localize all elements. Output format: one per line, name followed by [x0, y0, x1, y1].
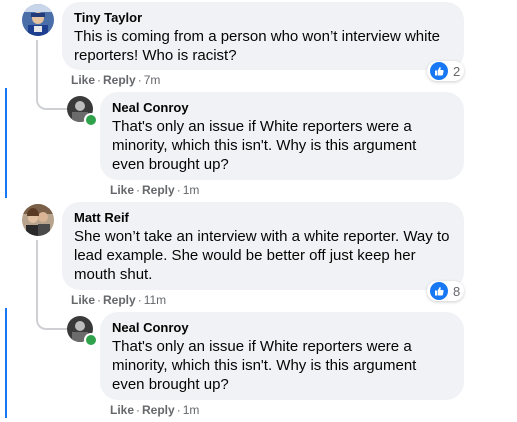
reply-button[interactable]: Reply [142, 403, 175, 417]
comment-author[interactable]: Neal Conroy [112, 100, 452, 116]
avatar-image [22, 4, 54, 36]
like-button[interactable]: Like [110, 403, 134, 417]
thread-indicator [5, 88, 7, 198]
thread-indicator [5, 308, 7, 418]
comment-bubble: Neal Conroy That's only an issue if Whit… [100, 312, 464, 400]
timestamp[interactable]: 1m [183, 403, 200, 417]
like-button[interactable]: Like [71, 73, 95, 87]
comment-bubble: Tiny Taylor This is coming from a person… [62, 2, 464, 70]
comment-actions: Like · Reply · 1m [110, 402, 199, 418]
comment-actions: Like · Reply · 7m [71, 72, 160, 88]
comment-text: This is coming from a person who won’t i… [74, 28, 440, 64]
separator-dot: · [97, 293, 102, 307]
comment-author[interactable]: Tiny Taylor [74, 10, 452, 26]
comment-text: That's only an issue if White reporters … [112, 118, 417, 173]
comment-author[interactable]: Neal Conroy [112, 320, 452, 336]
comment-actions: Like · Reply · 1m [110, 182, 199, 198]
reply-button[interactable]: Reply [142, 183, 175, 197]
comment-bubble: Matt Reif She won’t take an interview wi… [62, 202, 464, 290]
like-button[interactable]: Like [71, 293, 95, 307]
reaction-count: 8 [453, 283, 461, 299]
like-button[interactable]: Like [110, 183, 134, 197]
timestamp[interactable]: 11m [144, 293, 166, 307]
separator-dot: · [136, 403, 141, 417]
thumbs-up-icon [429, 281, 449, 301]
reply-button[interactable]: Reply [103, 73, 136, 87]
comment-text: That's only an issue if White reporters … [112, 338, 417, 393]
reaction-count: 2 [453, 63, 461, 79]
thumbs-up-icon [429, 61, 449, 81]
separator-dot: · [97, 73, 102, 87]
timestamp[interactable]: 1m [183, 183, 200, 197]
online-status-indicator [84, 113, 98, 127]
separator-dot: · [176, 403, 181, 417]
comment-actions: Like · Reply · 11m [71, 292, 166, 308]
avatar-image [22, 204, 54, 236]
timestamp[interactable]: 7m [144, 73, 161, 87]
reply-button[interactable]: Reply [103, 293, 136, 307]
avatar[interactable] [22, 4, 54, 36]
comment-text: She won’t take an interview with a white… [74, 228, 450, 283]
avatar[interactable] [22, 204, 54, 236]
reaction-summary[interactable]: 2 [427, 61, 465, 81]
comment-author[interactable]: Matt Reif [74, 210, 452, 226]
separator-dot: · [176, 183, 181, 197]
comment-bubble: Neal Conroy That's only an issue if Whit… [100, 92, 464, 180]
separator-dot: · [137, 73, 142, 87]
reaction-summary[interactable]: 8 [427, 281, 465, 301]
separator-dot: · [137, 293, 142, 307]
separator-dot: · [136, 183, 141, 197]
online-status-indicator [84, 333, 98, 347]
